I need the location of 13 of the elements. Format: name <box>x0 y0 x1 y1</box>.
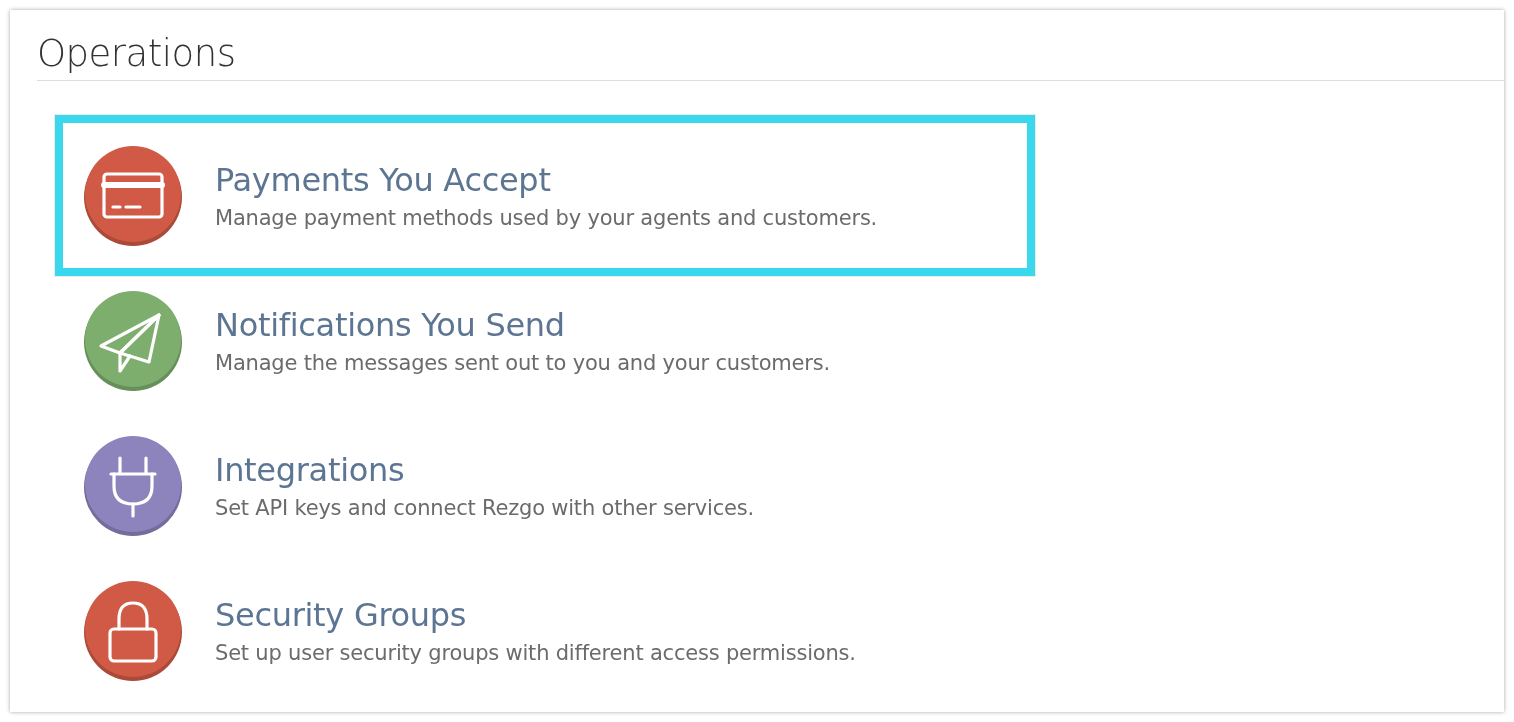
item-description: Set up user security groups with different access permissions. <box>215 639 856 667</box>
item-title-link[interactable]: Notifications You Send <box>215 304 565 345</box>
item-title-link[interactable]: Payments You Accept <box>215 159 551 200</box>
item-title-link[interactable]: Integrations <box>215 449 405 490</box>
item-description: Manage payment methods used by your agents and customers. <box>215 204 878 232</box>
list-item[interactable]: Security Groups Set up user security groups with different access permissions. <box>63 558 1027 703</box>
list-item[interactable]: Notifications You Send Manage the messages sent out to you and your customers. <box>63 268 1027 413</box>
list-item[interactable]: Integrations Set API keys and connect Rezgo with other services. <box>63 413 1027 558</box>
section-heading: Operations <box>36 31 237 74</box>
item-description: Manage the messages sent out to you and your customers. <box>215 349 830 377</box>
item-title-link[interactable]: Security Groups <box>215 594 467 635</box>
list-item[interactable]: Payments You Accept Manage payment methods used by your agents and customers. <box>63 123 1027 268</box>
item-description: Set API keys and connect Rezgo with other services. <box>215 494 754 522</box>
